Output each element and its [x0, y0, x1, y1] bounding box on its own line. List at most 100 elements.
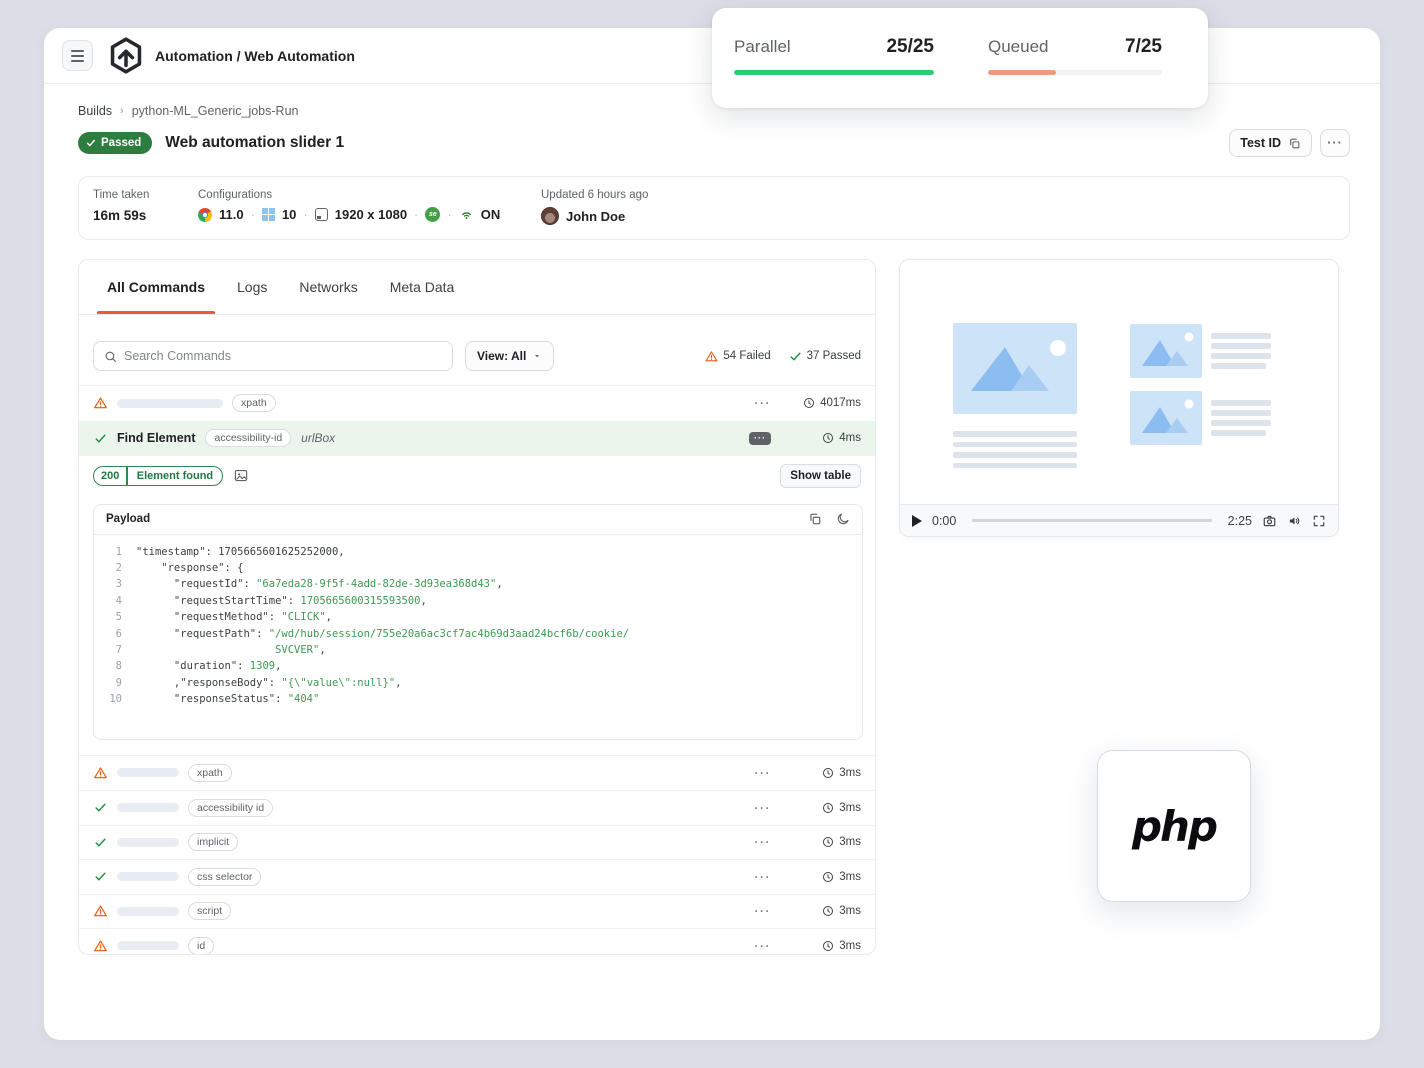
- row-menu-button[interactable]: ···: [755, 939, 772, 953]
- row-menu-button[interactable]: ···: [755, 801, 772, 815]
- queued-value: 7/25: [1125, 36, 1162, 57]
- play-button[interactable]: [912, 514, 922, 527]
- tab-meta-data[interactable]: Meta Data: [390, 260, 455, 314]
- check-icon: [93, 801, 108, 814]
- avatar: [541, 207, 559, 225]
- tab-networks[interactable]: Networks: [299, 260, 357, 314]
- locator-tag: implicit: [188, 833, 239, 852]
- volume-icon[interactable]: [1287, 514, 1302, 528]
- skeleton-bar: [117, 398, 223, 408]
- locator-tag: xpath: [232, 394, 276, 413]
- command-row[interactable]: script ··· 3ms: [79, 893, 875, 929]
- command-row[interactable]: id ··· 3ms: [79, 928, 875, 954]
- clock-icon: [823, 906, 834, 917]
- screenshot-icon[interactable]: [233, 468, 249, 483]
- search-commands-input[interactable]: [124, 349, 442, 363]
- row-menu-button[interactable]: ···: [755, 904, 772, 918]
- command-result-row: 200 Element found Show table: [79, 456, 875, 496]
- check-icon: [790, 352, 801, 360]
- placeholder-image-small: [1130, 391, 1202, 445]
- row-menu-button[interactable]: ···: [755, 835, 772, 849]
- seek-bar[interactable]: [972, 519, 1212, 522]
- selected-command-row[interactable]: Find Element accessibility-id urlBox ···…: [79, 420, 875, 456]
- command-row[interactable]: xpath ··· 3ms: [79, 756, 875, 791]
- php-language-card[interactable]: php: [1097, 750, 1251, 902]
- os-icon: [261, 208, 275, 221]
- chevron-down-icon: [535, 355, 540, 358]
- current-time: 0:00: [932, 513, 957, 528]
- locator-tag: id: [188, 936, 215, 954]
- video-stage[interactable]: [900, 260, 1338, 504]
- resolution-icon: [314, 208, 328, 221]
- locator-tag: accessibility id: [188, 798, 274, 817]
- more-options-button[interactable]: ···: [1320, 129, 1350, 157]
- command-list: xpath ··· 3ms accessibility id ··· 3ms i…: [79, 754, 875, 954]
- locator-tag: script: [188, 902, 232, 921]
- chevron-right-icon: ›: [120, 105, 124, 117]
- search-commands-box: [93, 341, 453, 371]
- row-menu-button[interactable]: ···: [755, 870, 772, 884]
- warning-icon: [93, 766, 108, 780]
- placeholder-image-large: [953, 323, 1077, 414]
- locator-tag: xpath: [188, 763, 232, 782]
- queued-progress-bar: [988, 70, 1162, 75]
- check-icon: [93, 836, 108, 849]
- row-duration: 3ms: [789, 767, 861, 779]
- network-state: ON: [480, 207, 501, 222]
- copy-icon[interactable]: [808, 512, 822, 526]
- theme-toggle-moon-icon[interactable]: [836, 512, 850, 526]
- locator-tag: accessibility-id: [205, 429, 292, 447]
- payload-code[interactable]: 1 "timestamp": 1705665601625252000, 2 "res…: [94, 535, 862, 708]
- command-row[interactable]: css selector ··· 3ms: [79, 859, 875, 894]
- hamburger-menu-button[interactable]: [62, 40, 93, 71]
- locator-tag: css selector: [188, 867, 262, 886]
- view-filter-dropdown[interactable]: View: All: [465, 341, 555, 371]
- payload-panel: Payload 1 "timestamp": 170566560162525200…: [93, 503, 863, 740]
- row-duration: 3ms: [789, 836, 861, 848]
- tab-bar: All Commands Logs Networks Meta Data: [79, 260, 875, 315]
- command-row[interactable]: implicit ··· 3ms: [79, 824, 875, 860]
- row-menu-button[interactable]: ···: [755, 396, 772, 410]
- updated-label: Updated 6 hours ago: [541, 189, 649, 201]
- parallel-stat: Parallel 25/25: [734, 36, 934, 108]
- camera-icon[interactable]: [1262, 514, 1277, 528]
- fullscreen-icon[interactable]: [1312, 514, 1326, 528]
- clock-icon: [823, 802, 834, 813]
- page-title: Web automation slider 1: [165, 134, 345, 151]
- row-duration: 3ms: [789, 905, 861, 917]
- failed-count: 54 Failed: [705, 350, 771, 363]
- row-menu-button-active[interactable]: ···: [749, 431, 771, 445]
- copy-icon: [1290, 138, 1300, 148]
- video-player-card: 0:00 2:25: [899, 259, 1339, 537]
- show-table-button[interactable]: Show table: [780, 463, 861, 488]
- response-status-badge: 200 Element found: [93, 465, 224, 486]
- locator-value: urlBox: [301, 431, 336, 445]
- payload-title: Payload: [106, 513, 151, 525]
- warning-icon: [93, 939, 108, 953]
- breadcrumb: Builds › python-ML_Generic_jobs-Run: [78, 104, 298, 118]
- clock-icon: [823, 837, 834, 848]
- tab-logs[interactable]: Logs: [237, 260, 267, 314]
- time-taken-label: Time taken: [93, 189, 150, 201]
- browser-icon: [198, 207, 212, 222]
- placeholder-image-small: [1130, 324, 1202, 378]
- row-menu-button[interactable]: ···: [755, 766, 772, 780]
- status-badge: Passed: [78, 132, 153, 154]
- test-id-button[interactable]: Test ID: [1229, 129, 1312, 157]
- configurations-label: Configurations: [198, 189, 273, 201]
- row-duration: 4017ms: [789, 397, 861, 409]
- parallel-value: 25/25: [886, 36, 934, 57]
- breadcrumb-builds-link[interactable]: Builds: [78, 104, 112, 118]
- time-taken-value: 16m 59s: [93, 208, 147, 223]
- check-icon: [93, 870, 108, 883]
- clock-icon: [823, 433, 834, 443]
- app-title: Automation / Web Automation: [155, 47, 355, 64]
- command-row[interactable]: xpath ··· 4017ms: [79, 386, 875, 421]
- clock-icon: [823, 767, 834, 778]
- video-controls: 0:00 2:25: [900, 504, 1338, 536]
- check-icon: [93, 432, 108, 445]
- network-icon: [459, 208, 474, 221]
- command-row[interactable]: accessibility id ··· 3ms: [79, 790, 875, 825]
- tab-all-commands[interactable]: All Commands: [96, 260, 216, 314]
- skeleton-bar: [117, 872, 179, 882]
